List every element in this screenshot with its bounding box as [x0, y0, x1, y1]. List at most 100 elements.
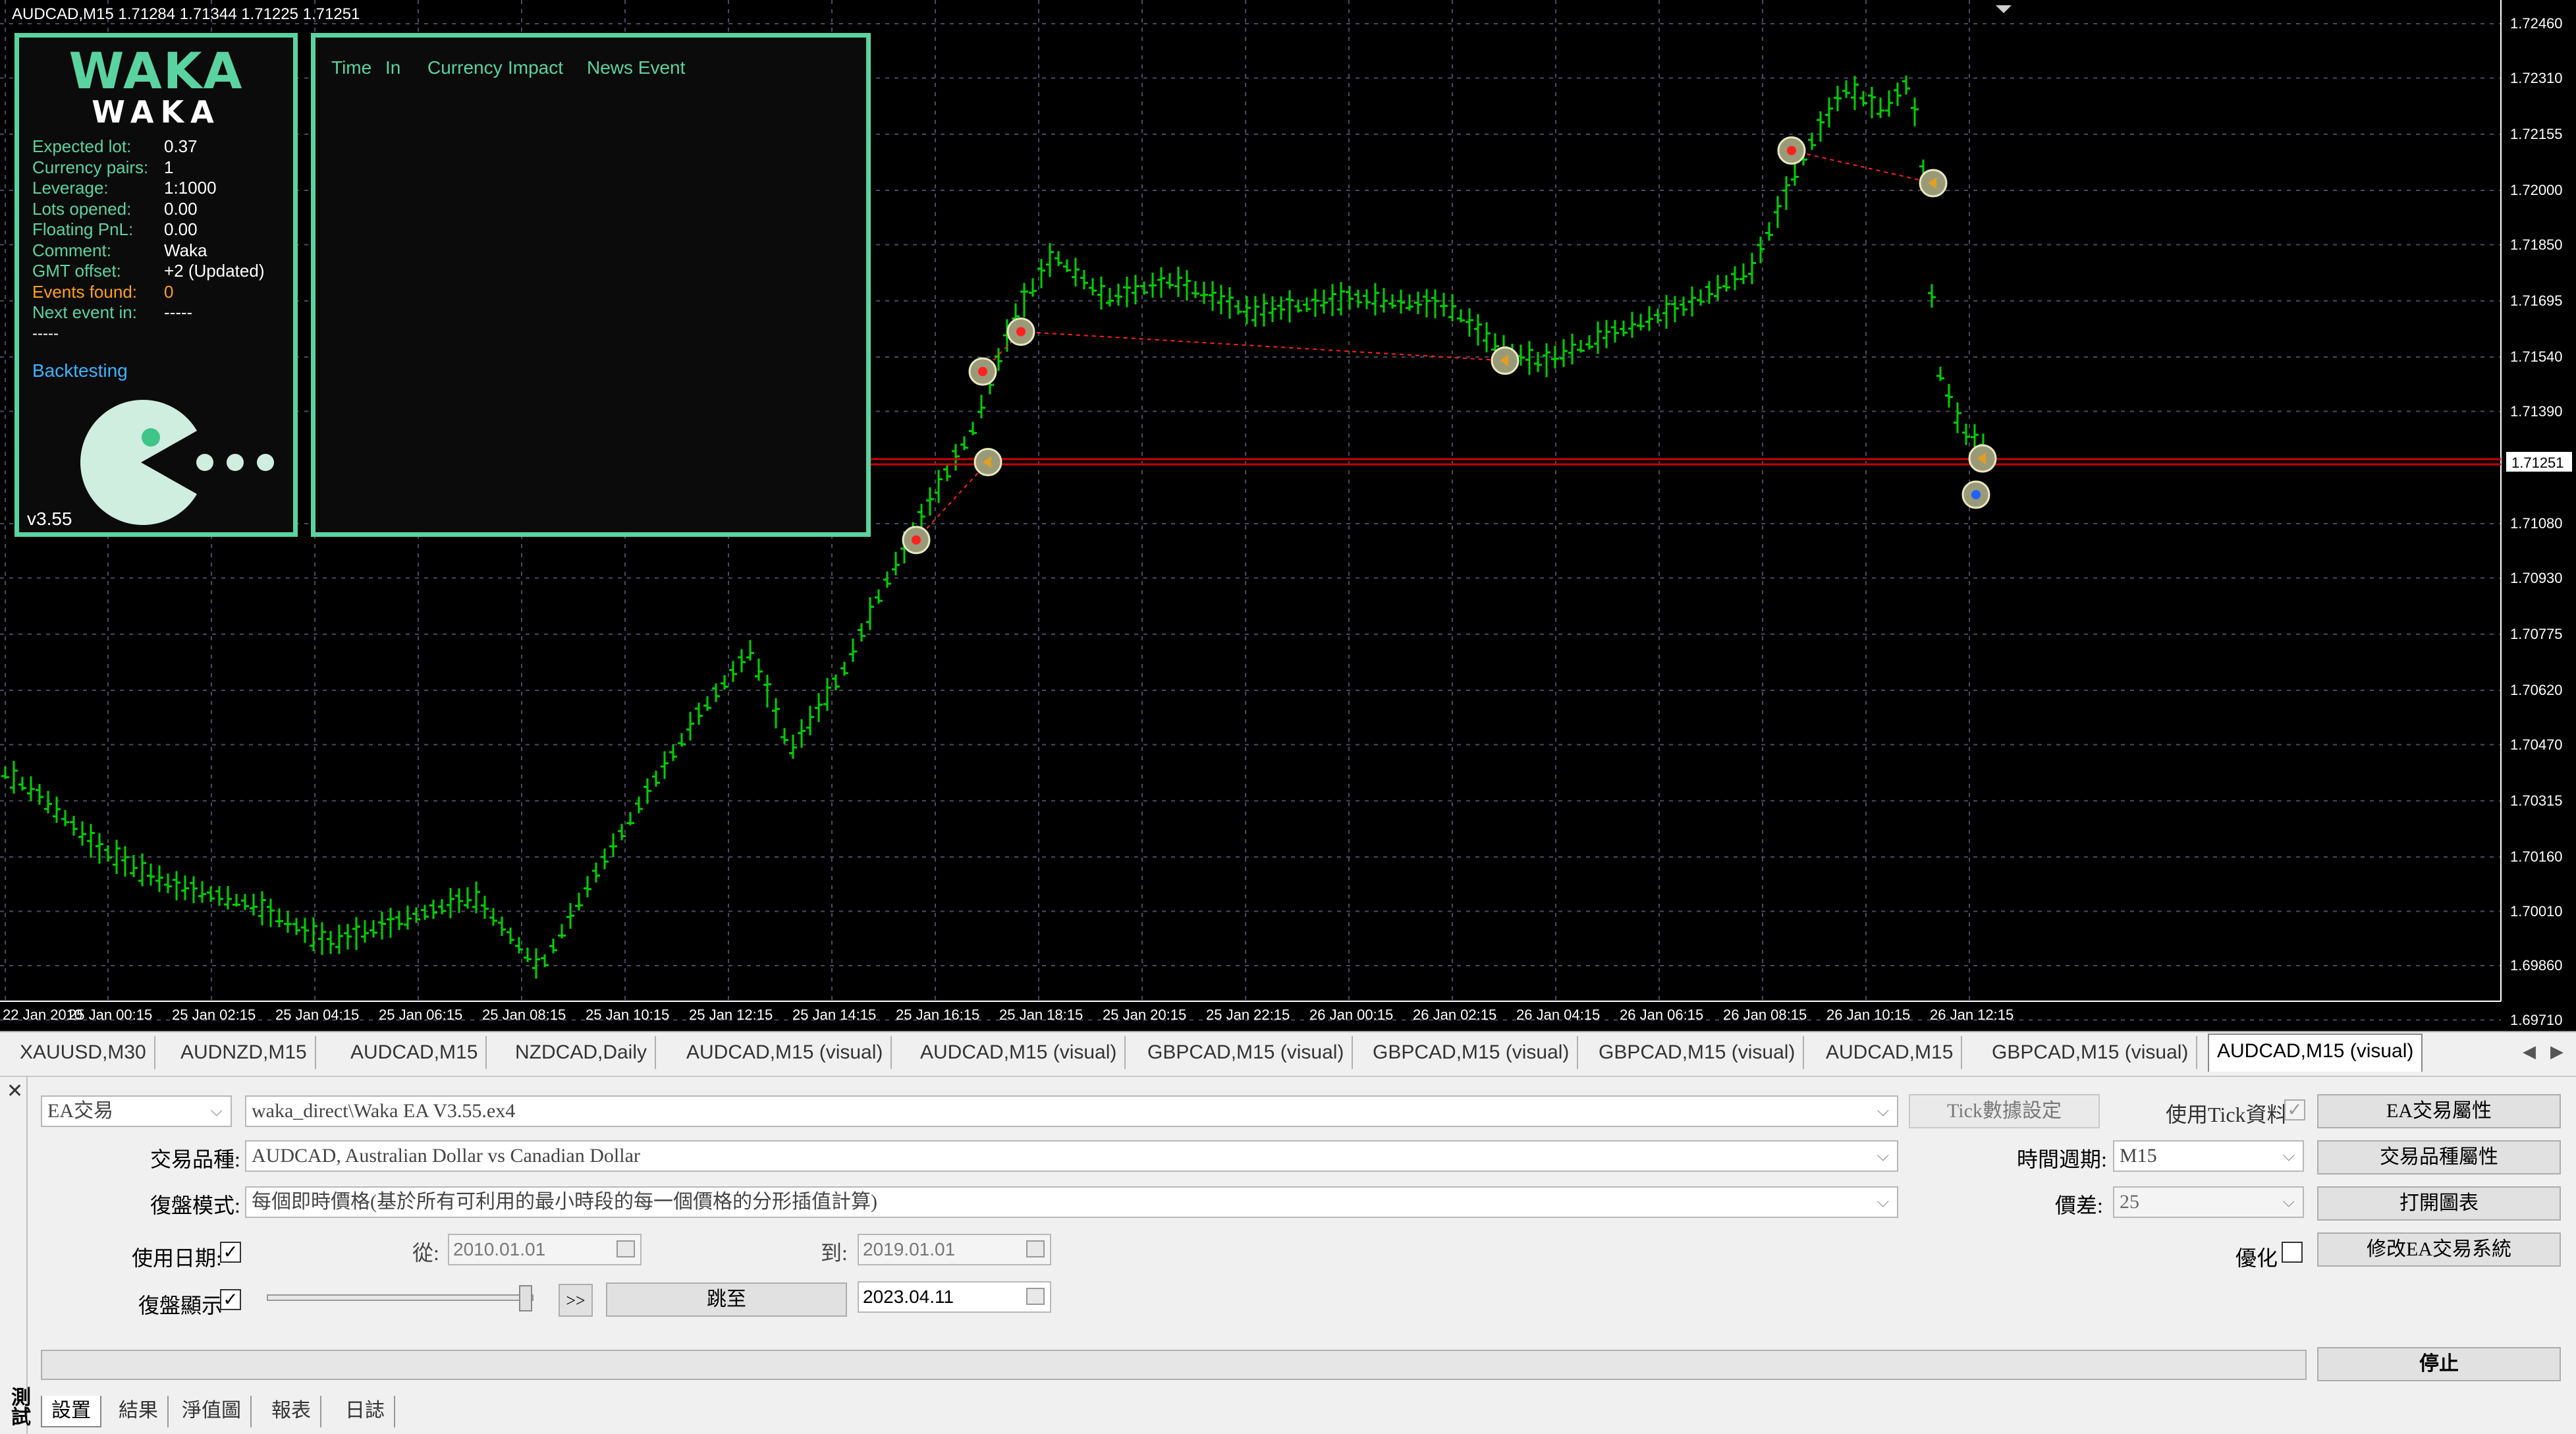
- time-axis-label: 26 Jan 12:15: [1930, 1007, 2014, 1023]
- panel-divider: [26, 1077, 28, 1434]
- chart-tab[interactable]: GBPCAD,M15 (visual): [1365, 1036, 1579, 1069]
- waka-stat-label: Floating PnL:: [32, 219, 134, 239]
- tester-tab[interactable]: 報表: [262, 1396, 321, 1427]
- skip-button[interactable]: >>: [559, 1284, 593, 1317]
- jump-date-field[interactable]: 2023.04.11: [858, 1281, 1051, 1313]
- use-date-label: 使用日期:: [132, 1246, 222, 1270]
- calendar-dropdown-icon[interactable]: [1026, 1288, 1045, 1305]
- waka-separator: -----: [32, 325, 59, 343]
- modify-expert-button[interactable]: 修改EA交易系統: [2317, 1232, 2561, 1267]
- news-col-time: Time: [331, 57, 372, 78]
- time-axis-label: 25 Jan 10:15: [586, 1007, 670, 1023]
- model-select[interactable]: 每個即時價格(基於所有可利用的最小時段的每一個價格的分形插值計算) ⌵: [245, 1186, 1898, 1218]
- waka-stat-value: -----: [164, 302, 193, 322]
- tester-vertical-label: 測試: [8, 1387, 30, 1426]
- waka-stat-label: Expected lot:: [32, 136, 132, 156]
- chart-tab[interactable]: AUDCAD,M15 (visual): [678, 1036, 892, 1069]
- visual-mode-checkbox[interactable]: ✓: [220, 1289, 241, 1310]
- symbol-select[interactable]: AUDCAD, Australian Dollar vs Canadian Do…: [245, 1140, 1898, 1172]
- optimization-label: 優化: [2235, 1246, 2278, 1270]
- chart-tab[interactable]: GBPCAD,M15 (visual): [1139, 1036, 1354, 1069]
- chevron-down-icon: ⌵: [2282, 1194, 2295, 1211]
- time-axis-label: 25 Jan 22:15: [1206, 1007, 1290, 1023]
- chart-tab[interactable]: AUDCAD,M15: [1818, 1036, 1963, 1069]
- current-price-label: 1.71251: [2505, 450, 2573, 473]
- time-axis-label: 26 Jan 08:15: [1723, 1007, 1807, 1023]
- jump-to-button[interactable]: 跳至: [606, 1282, 847, 1317]
- time-axis-label: 25 Jan 12:15: [689, 1007, 773, 1023]
- to-date-value: 2019.01.01: [863, 1239, 956, 1259]
- news-events-panel: Time In Currency Impact News Event: [311, 33, 871, 537]
- from-date-field[interactable]: 2010.01.01: [448, 1234, 642, 1265]
- expert-type-select[interactable]: EA交易 ⌵: [41, 1095, 232, 1127]
- chart-tab[interactable]: AUDNZD,M15: [173, 1036, 316, 1069]
- expert-file-select[interactable]: waka_direct\Waka EA V3.55.ex4 ⌵: [245, 1095, 1898, 1127]
- chart-tab[interactable]: GBPCAD,M15 (visual): [1984, 1036, 2198, 1069]
- price-axis-label: 1.70930: [2510, 569, 2563, 586]
- visual-speed-slider[interactable]: [267, 1294, 534, 1301]
- tick-data-settings-button[interactable]: Tick數據設定: [1909, 1094, 2100, 1128]
- tester-tab[interactable]: 淨值圖: [173, 1396, 252, 1427]
- time-axis-label: 25 Jan 14:15: [792, 1007, 877, 1023]
- symbol-value: AUDCAD, Australian Dollar vs Canadian Do…: [252, 1145, 640, 1167]
- jump-date-value: 2023.04.11: [863, 1286, 954, 1307]
- chevron-down-icon: ⌵: [1877, 1194, 1889, 1211]
- slider-handle[interactable]: [519, 1285, 532, 1311]
- from-label: 從:: [412, 1241, 439, 1265]
- waka-stat-value: 1: [164, 157, 174, 177]
- tester-tab[interactable]: 設置: [41, 1396, 101, 1427]
- price-axis-label: 1.70160: [2510, 848, 2563, 865]
- calendar-icon[interactable]: [617, 1240, 635, 1257]
- price-axis-label: 1.71850: [2510, 236, 2563, 253]
- waka-stat-label: Next event in:: [32, 302, 137, 322]
- visual-mode-label: 復盤顯示: [138, 1294, 223, 1317]
- time-axis-label: 26 Jan 00:15: [1309, 1007, 1394, 1023]
- time-axis-label: 26 Jan 10:15: [1826, 1007, 1911, 1023]
- trade-entry-dot: [1787, 146, 1796, 155]
- model-value: 每個即時價格(基於所有可利用的最小時段的每一個價格的分形插值計算): [252, 1191, 877, 1213]
- time-axis-label: 25 Jan 02:15: [172, 1007, 256, 1023]
- price-axis-label: 1.70315: [2510, 792, 2563, 809]
- waka-stat-value: 0.00: [164, 219, 198, 239]
- waka-stat-label: GMT offset:: [32, 261, 121, 281]
- calendar-icon[interactable]: [1026, 1240, 1045, 1257]
- spread-select[interactable]: 25 ⌵: [2113, 1186, 2304, 1218]
- chart-tab[interactable]: GBPCAD,M15 (visual): [1591, 1036, 1805, 1069]
- tab-scroll-right-icon[interactable]: ▶: [2550, 1041, 2563, 1062]
- chart-tab[interactable]: AUDCAD,M15 (visual): [2208, 1034, 2423, 1072]
- waka-logo: WAKA: [69, 41, 244, 100]
- optimization-checkbox[interactable]: [2282, 1242, 2303, 1263]
- chart-tab[interactable]: NZDCAD,Daily: [507, 1036, 657, 1069]
- chart-tab[interactable]: XAUUSD,M30: [12, 1036, 155, 1069]
- price-axis-label: 1.69860: [2510, 957, 2563, 974]
- time-axis-label: 25 Jan 06:15: [379, 1007, 463, 1023]
- price-axis[interactable]: 1.72460 1.72310 1.72155 1.72000 1.71850 1.716…: [2501, 0, 2576, 1028]
- expert-properties-button[interactable]: EA交易屬性: [2317, 1094, 2561, 1128]
- expert-type-value: EA交易: [47, 1100, 113, 1122]
- tab-scroll-left-icon[interactable]: ◀: [2523, 1041, 2536, 1062]
- open-chart-button[interactable]: 打開圖表: [2317, 1186, 2561, 1221]
- period-select[interactable]: M15 ⌵: [2113, 1140, 2304, 1172]
- news-col-impact: Impact: [508, 57, 564, 78]
- tester-tab[interactable]: 日誌: [336, 1396, 395, 1427]
- pending-order-dot: [1971, 490, 1981, 499]
- chart-area[interactable]: AUDCAD,M15 1.71284 1.71344 1.71225 1.712…: [0, 0, 2576, 1031]
- spread-value: 25: [2120, 1191, 2139, 1213]
- waka-stat-label: Events found:: [32, 281, 137, 302]
- use-tick-data-checkbox[interactable]: ✓: [2284, 1099, 2305, 1120]
- chart-tab[interactable]: AUDCAD,M15: [343, 1036, 487, 1069]
- chevron-down-icon: ⌵: [2282, 1147, 2295, 1165]
- trade-entry-dot: [1016, 327, 1026, 337]
- price-axis-label: 1.72460: [2510, 15, 2563, 32]
- price-axis-label: 1.70775: [2510, 625, 2563, 642]
- to-date-field[interactable]: 2019.01.01: [858, 1234, 1051, 1265]
- chart-tab[interactable]: AUDCAD,M15 (visual): [912, 1036, 1126, 1069]
- waka-stat-value: 0.37: [164, 136, 198, 156]
- close-icon[interactable]: ✕: [7, 1080, 23, 1103]
- waka-stat-value: 0: [164, 281, 174, 302]
- use-date-checkbox[interactable]: ✓: [220, 1242, 241, 1263]
- tester-tab[interactable]: 結果: [109, 1396, 169, 1427]
- symbol-properties-button[interactable]: 交易品種屬性: [2317, 1140, 2561, 1174]
- time-axis-label: 25 Jan 00:15: [69, 1007, 153, 1023]
- stop-button[interactable]: 停止: [2317, 1347, 2561, 1381]
